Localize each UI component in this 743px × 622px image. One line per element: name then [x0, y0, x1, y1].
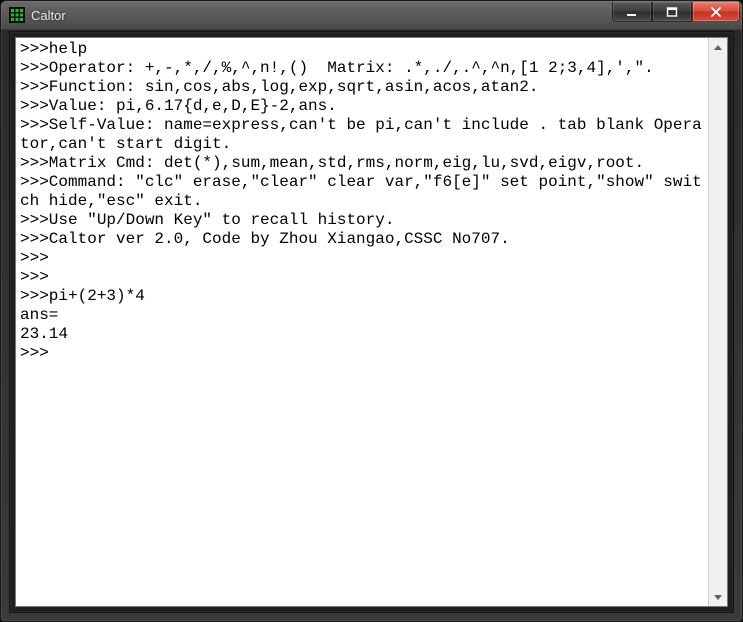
- minimize-icon: [626, 6, 638, 18]
- chevron-up-icon: [714, 45, 722, 50]
- scroll-up-button[interactable]: [709, 38, 727, 56]
- scrollbar-track[interactable]: [709, 56, 727, 588]
- close-icon: [710, 6, 722, 18]
- console-output[interactable]: >>>help >>>Operator: +,-,*,/,%,^,n!,() M…: [16, 38, 709, 606]
- maximize-button[interactable]: [652, 2, 692, 22]
- console-container: >>>help >>>Operator: +,-,*,/,%,^,n!,() M…: [15, 37, 728, 607]
- app-window: Caltor >>>help >>>Operator:: [0, 0, 743, 622]
- maximize-icon: [666, 6, 678, 18]
- minimize-button[interactable]: [612, 2, 652, 22]
- window-title: Caltor: [31, 8, 66, 23]
- window-controls: [612, 2, 740, 22]
- client-area: >>>help >>>Operator: +,-,*,/,%,^,n!,() M…: [9, 31, 734, 613]
- app-icon: [9, 7, 25, 23]
- vertical-scrollbar[interactable]: [708, 38, 727, 606]
- chevron-down-icon: [714, 595, 722, 600]
- close-button[interactable]: [692, 2, 740, 22]
- titlebar[interactable]: Caltor: [1, 1, 742, 29]
- scroll-down-button[interactable]: [709, 588, 727, 606]
